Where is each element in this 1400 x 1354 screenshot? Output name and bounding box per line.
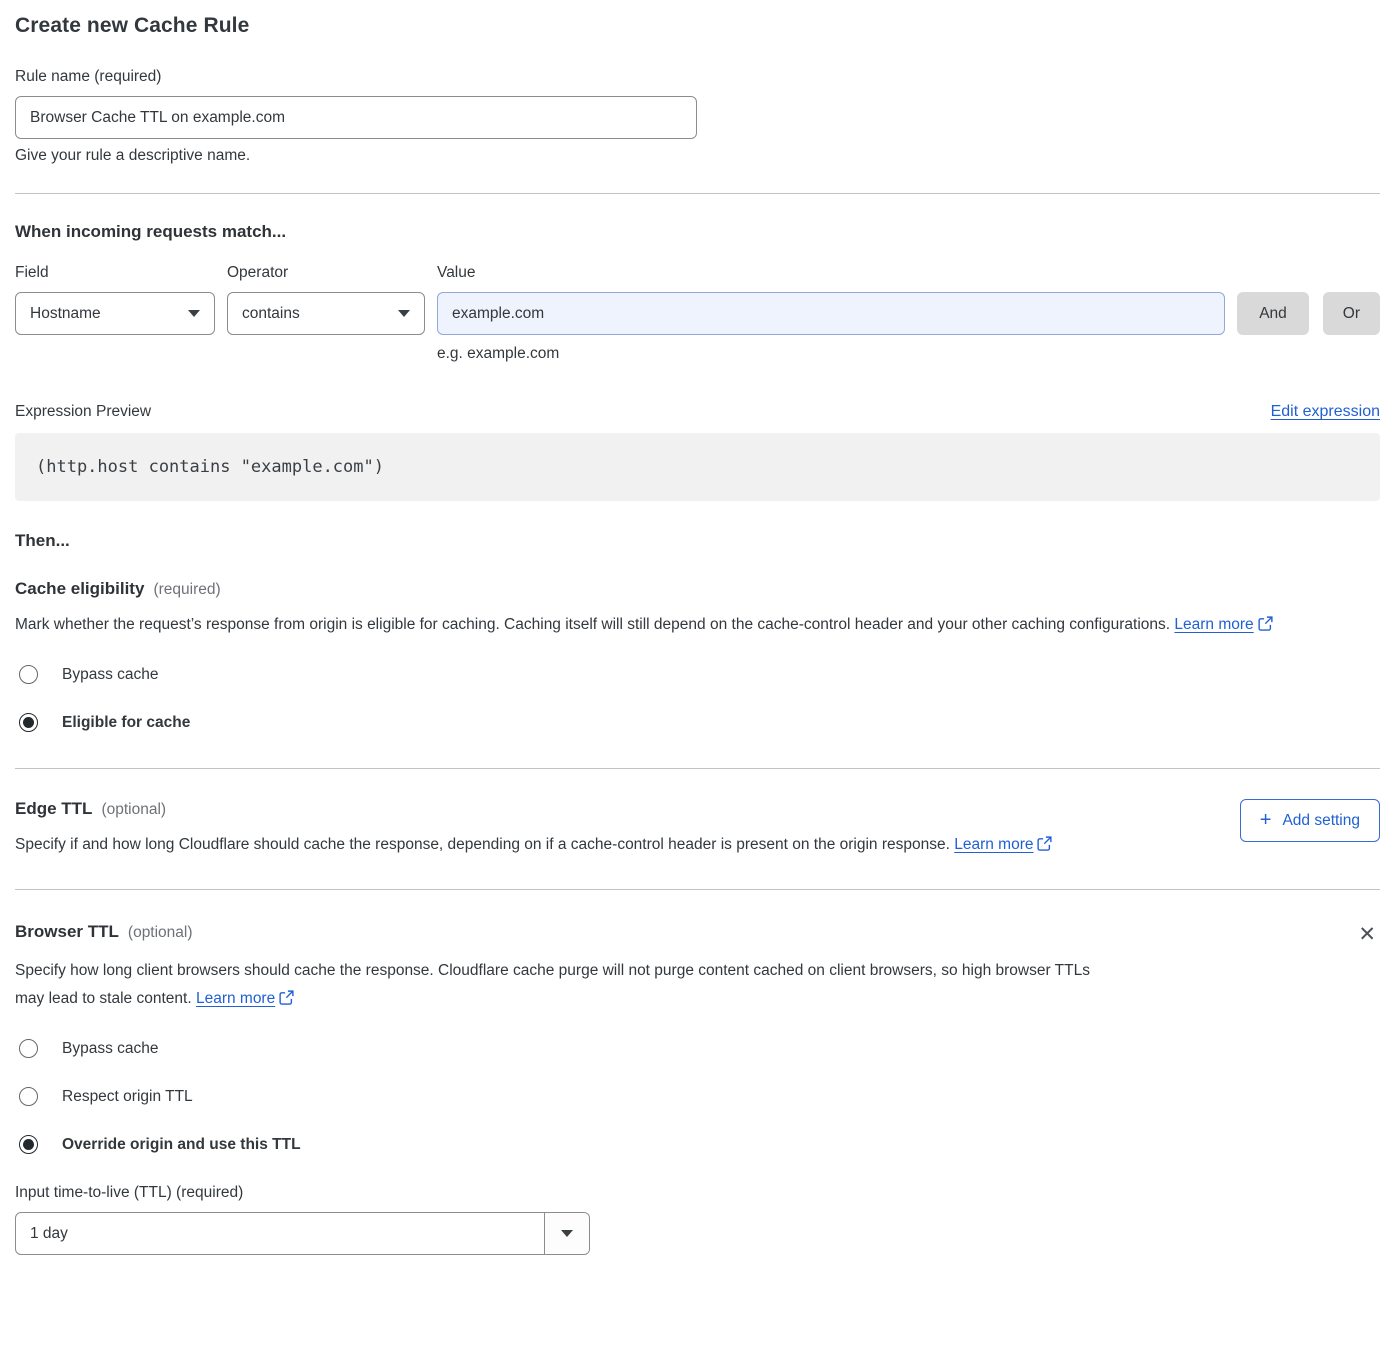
ttl-input-group: Input time-to-live (TTL) (required) 1 da… [15, 1184, 1380, 1255]
browser-ttl-learn-more-link[interactable]: Learn more [196, 990, 275, 1007]
external-link-icon [279, 987, 294, 1015]
value-help-text: e.g. example.com [437, 345, 1380, 363]
radio-label: Eligible for cache [62, 714, 190, 732]
edge-ttl-text: Edge TTL (optional) Specify if and how l… [15, 799, 1052, 861]
operator-select-value: contains [242, 305, 300, 323]
edit-expression-link[interactable]: Edit expression [1271, 403, 1380, 421]
expression-code-block: (http.host contains "example.com") [15, 433, 1380, 501]
or-button[interactable]: Or [1323, 292, 1380, 335]
radio-icon [19, 1087, 38, 1106]
rule-name-input[interactable] [15, 96, 697, 139]
cache-eligibility-description-text: Mark whether the request’s response from… [15, 616, 1170, 633]
section-divider [15, 768, 1380, 769]
match-condition-row: Field Hostname Operator contains Value A… [15, 264, 1380, 335]
radio-bypass-cache[interactable]: Bypass cache [19, 665, 1380, 684]
cache-eligibility-heading: Cache eligibility [15, 579, 144, 599]
radio-bypass-cache[interactable]: Bypass cache [19, 1039, 1380, 1058]
chevron-down-icon [398, 310, 410, 317]
chevron-down-icon [544, 1213, 589, 1254]
section-divider [15, 889, 1380, 890]
field-select[interactable]: Hostname [15, 292, 215, 335]
browser-ttl-qualifier: (optional) [128, 924, 193, 942]
edge-ttl-heading-row: Edge TTL (optional) [15, 799, 1052, 819]
rule-name-help: Give your rule a descriptive name. [15, 147, 1380, 165]
edge-ttl-heading: Edge TTL [15, 799, 92, 819]
chevron-down-icon [188, 310, 200, 317]
value-input[interactable] [437, 292, 1225, 335]
expression-preview-header: Expression Preview Edit expression [15, 403, 1380, 421]
edge-ttl-description: Specify if and how long Cloudflare shoul… [15, 831, 1052, 861]
plus-icon: + [1260, 810, 1272, 830]
radio-label: Bypass cache [62, 1040, 159, 1058]
cache-eligibility-qualifier: (required) [153, 581, 220, 599]
radio-icon [19, 1039, 38, 1058]
expression-preview-label: Expression Preview [15, 403, 151, 421]
section-divider [15, 193, 1380, 194]
ttl-select[interactable]: 1 day [15, 1212, 590, 1255]
rule-name-group: Rule name (required) Give your rule a de… [15, 68, 1380, 165]
ttl-select-value: 1 day [16, 1213, 544, 1254]
field-group: Field Hostname [15, 264, 215, 335]
radio-label: Override origin and use this TTL [62, 1136, 301, 1154]
operator-select[interactable]: contains [227, 292, 425, 335]
field-label: Field [15, 264, 215, 282]
edge-ttl-qualifier: (optional) [101, 801, 166, 819]
browser-ttl-heading: Browser TTL [15, 922, 119, 942]
add-setting-button[interactable]: + Add setting [1240, 799, 1380, 842]
then-heading: Then... [15, 531, 1380, 551]
radio-label: Bypass cache [62, 666, 159, 684]
cache-eligibility-heading-row: Cache eligibility (required) [15, 579, 1380, 599]
browser-ttl-header: Browser TTL (optional) ✕ [15, 922, 1380, 947]
radio-label: Respect origin TTL [62, 1088, 193, 1106]
create-cache-rule-form: Create new Cache Rule Rule name (require… [0, 0, 1400, 1273]
radio-override-origin-ttl[interactable]: Override origin and use this TTL [19, 1135, 1380, 1154]
operator-label: Operator [227, 264, 425, 282]
browser-ttl-radio-group: Bypass cache Respect origin TTL Override… [15, 1039, 1380, 1154]
match-section-heading: When incoming requests match... [15, 222, 1380, 242]
external-link-icon [1258, 613, 1273, 641]
cache-eligibility-learn-more-link[interactable]: Learn more [1174, 616, 1253, 633]
radio-eligible-for-cache[interactable]: Eligible for cache [19, 713, 1380, 732]
operator-group: Operator contains [227, 264, 425, 335]
cache-eligibility-radio-group: Bypass cache Eligible for cache [15, 665, 1380, 732]
edge-ttl-section: Edge TTL (optional) Specify if and how l… [15, 799, 1380, 861]
value-label: Value [437, 264, 1225, 282]
radio-icon [19, 665, 38, 684]
browser-ttl-description-text: Specify how long client browsers should … [15, 962, 1090, 1007]
close-icon[interactable]: ✕ [1354, 922, 1380, 947]
radio-icon [19, 1135, 38, 1154]
radio-icon [19, 713, 38, 732]
page-title: Create new Cache Rule [15, 14, 1380, 38]
external-link-icon [1037, 833, 1052, 861]
cache-eligibility-description: Mark whether the request’s response from… [15, 611, 1380, 641]
field-select-value: Hostname [30, 305, 101, 323]
value-group: Value [437, 264, 1225, 335]
browser-ttl-heading-row: Browser TTL (optional) [15, 922, 193, 942]
radio-respect-origin-ttl[interactable]: Respect origin TTL [19, 1087, 1380, 1106]
rule-name-label: Rule name (required) [15, 68, 1380, 86]
ttl-input-label: Input time-to-live (TTL) (required) [15, 1184, 1380, 1202]
add-setting-label: Add setting [1282, 812, 1360, 830]
edge-ttl-description-text: Specify if and how long Cloudflare shoul… [15, 836, 950, 853]
browser-ttl-section: Browser TTL (optional) ✕ Specify how lon… [15, 922, 1380, 1255]
browser-ttl-description: Specify how long client browsers should … [15, 957, 1105, 1015]
and-button[interactable]: And [1237, 292, 1309, 335]
edge-ttl-learn-more-link[interactable]: Learn more [954, 836, 1033, 853]
